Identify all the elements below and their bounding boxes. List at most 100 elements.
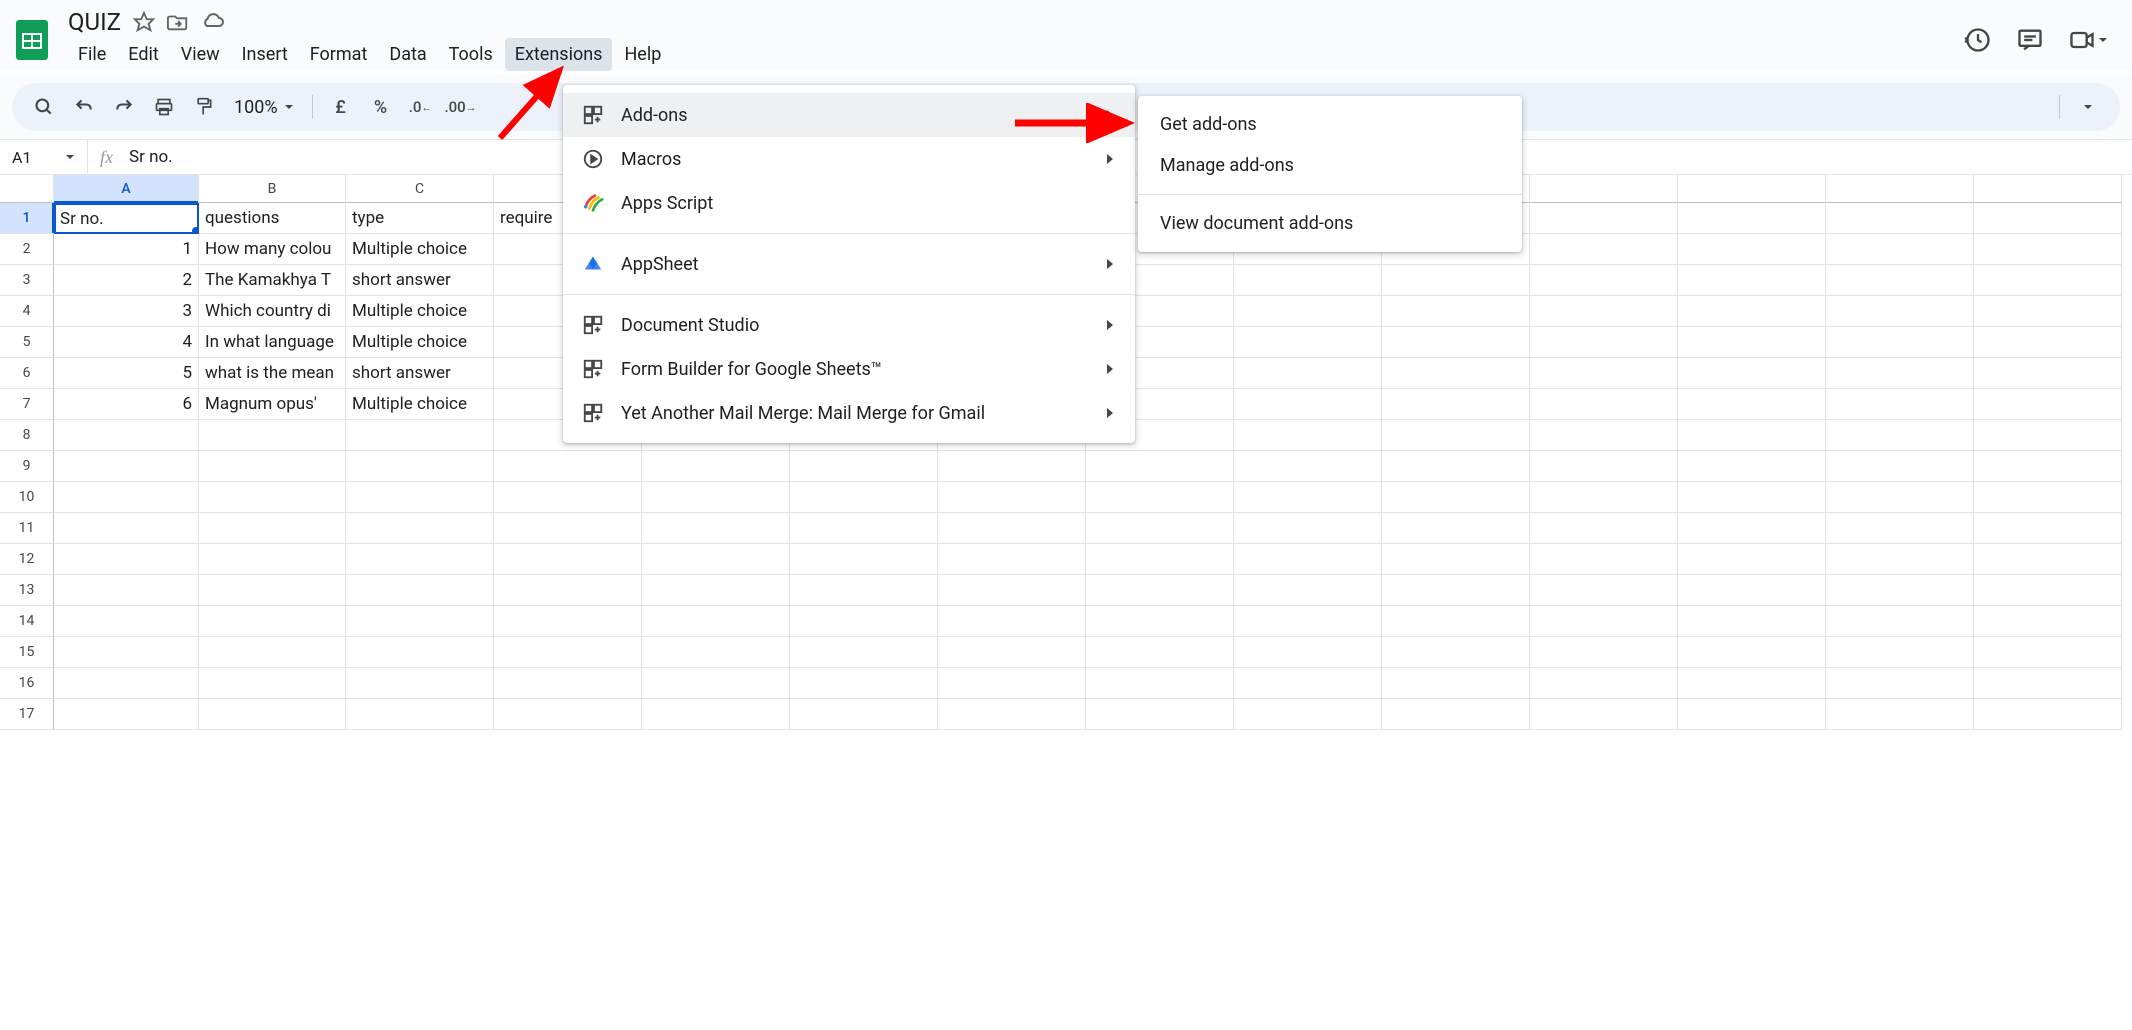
cell[interactable]: The Kamakhya T [199, 265, 346, 296]
percent-button[interactable]: % [363, 89, 399, 125]
cell[interactable]: short answer [346, 265, 494, 296]
cell[interactable] [1530, 203, 1678, 234]
cell[interactable]: questions [199, 203, 346, 234]
menu-insert[interactable]: Insert [232, 38, 298, 71]
cell[interactable] [1826, 575, 1974, 606]
cell[interactable]: In what language [199, 327, 346, 358]
row-header[interactable]: 1 [0, 203, 54, 234]
cell[interactable] [1382, 668, 1530, 699]
cell[interactable] [1678, 637, 1826, 668]
column-header[interactable]: C [346, 175, 494, 203]
cell[interactable] [938, 575, 1086, 606]
cell[interactable] [1826, 451, 1974, 482]
cell[interactable]: what is the mean [199, 358, 346, 389]
menu-view[interactable]: View [171, 38, 230, 71]
cell[interactable] [199, 482, 346, 513]
cell[interactable] [1678, 544, 1826, 575]
cell[interactable] [54, 544, 199, 575]
cell[interactable] [1678, 668, 1826, 699]
cell[interactable] [790, 699, 938, 730]
cell[interactable]: 1 [54, 234, 199, 265]
cell[interactable] [938, 513, 1086, 544]
cell[interactable] [1382, 420, 1530, 451]
row-header[interactable]: 13 [0, 575, 54, 606]
name-box[interactable]: A1 [0, 140, 88, 174]
cell[interactable] [54, 668, 199, 699]
cell[interactable] [642, 668, 790, 699]
cell[interactable] [1530, 575, 1678, 606]
cell[interactable] [1974, 358, 2122, 389]
cell[interactable] [642, 513, 790, 544]
cell[interactable] [1530, 699, 1678, 730]
cell[interactable] [1086, 451, 1234, 482]
cell[interactable] [790, 606, 938, 637]
select-all-corner[interactable] [0, 175, 54, 203]
search-icon[interactable] [26, 89, 62, 125]
cell[interactable] [346, 420, 494, 451]
document-title[interactable]: QUIZ [68, 8, 121, 36]
cell[interactable] [494, 606, 642, 637]
cell[interactable] [642, 699, 790, 730]
cell[interactable] [642, 482, 790, 513]
column-header[interactable]: B [199, 175, 346, 203]
cell[interactable] [1086, 637, 1234, 668]
cell[interactable] [790, 513, 938, 544]
row-header[interactable]: 8 [0, 420, 54, 451]
meet-icon[interactable] [2068, 26, 2108, 54]
cell[interactable] [1530, 544, 1678, 575]
cell[interactable] [199, 606, 346, 637]
cell[interactable] [54, 606, 199, 637]
row-header[interactable]: 4 [0, 296, 54, 327]
cell[interactable] [1826, 203, 1974, 234]
paint-format-button[interactable] [186, 89, 222, 125]
cell[interactable] [199, 699, 346, 730]
column-header[interactable] [1678, 175, 1826, 203]
sheets-logo[interactable] [12, 14, 52, 66]
cell[interactable] [1974, 513, 2122, 544]
cell[interactable] [494, 668, 642, 699]
cell[interactable] [494, 544, 642, 575]
cell[interactable] [1382, 606, 1530, 637]
cell[interactable]: Multiple choice [346, 327, 494, 358]
cell[interactable] [1678, 482, 1826, 513]
cell[interactable] [1382, 513, 1530, 544]
cell[interactable] [1530, 420, 1678, 451]
cell[interactable] [790, 482, 938, 513]
cell[interactable]: 3 [54, 296, 199, 327]
cell[interactable] [346, 451, 494, 482]
cell[interactable] [642, 544, 790, 575]
row-header[interactable]: 7 [0, 389, 54, 420]
row-header[interactable]: 14 [0, 606, 54, 637]
cell[interactable] [1826, 482, 1974, 513]
cell[interactable] [938, 699, 1086, 730]
cell[interactable] [494, 451, 642, 482]
cell[interactable] [938, 482, 1086, 513]
cell[interactable] [1678, 420, 1826, 451]
cell[interactable] [1974, 637, 2122, 668]
decrease-decimal-button[interactable]: .0← [403, 89, 439, 125]
cell[interactable] [1234, 296, 1382, 327]
cell[interactable] [1826, 668, 1974, 699]
star-icon[interactable] [133, 11, 155, 33]
cell[interactable] [1826, 637, 1974, 668]
cell[interactable] [1234, 668, 1382, 699]
cell[interactable] [1382, 451, 1530, 482]
cell[interactable]: Multiple choice [346, 234, 494, 265]
cell[interactable] [1234, 575, 1382, 606]
cell[interactable] [1678, 606, 1826, 637]
cell[interactable] [199, 575, 346, 606]
cell[interactable] [199, 637, 346, 668]
cell[interactable] [642, 637, 790, 668]
cell[interactable] [642, 451, 790, 482]
addons-submenu-item[interactable]: View document add-ons [1138, 203, 1522, 244]
cell[interactable] [1826, 606, 1974, 637]
comment-icon[interactable] [2016, 26, 2044, 54]
cell[interactable] [1234, 265, 1382, 296]
cell[interactable] [346, 575, 494, 606]
row-header[interactable]: 10 [0, 482, 54, 513]
extensions-menu-item[interactable]: Apps Script [563, 181, 1135, 225]
cell[interactable] [1530, 234, 1678, 265]
cell[interactable] [1382, 265, 1530, 296]
cell[interactable] [790, 668, 938, 699]
cell[interactable] [346, 513, 494, 544]
